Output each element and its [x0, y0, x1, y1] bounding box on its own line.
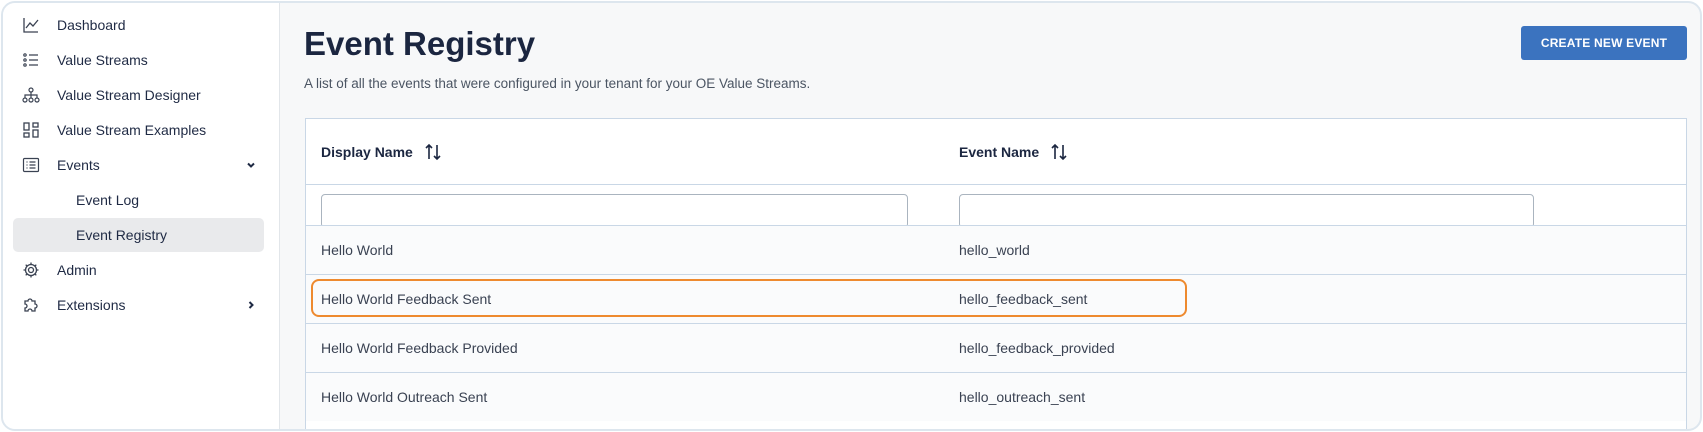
table-row[interactable]: Hello World hello_world	[306, 225, 1686, 274]
column-header-event-name[interactable]: Event Name	[959, 119, 1069, 184]
header-divider	[306, 184, 1686, 185]
sidebar-item-label: Events	[57, 157, 100, 173]
sort-icon[interactable]	[423, 142, 443, 162]
sidebar-item-value-stream-designer[interactable]: Value Stream Designer	[13, 78, 264, 112]
event-name-cell: hello_feedback_provided	[959, 340, 1115, 356]
event-name-cell: hello_world	[959, 242, 1030, 258]
column-header-label: Event Name	[959, 143, 1040, 160]
sidebar-item-label: Admin	[57, 262, 97, 278]
chart-line-icon	[22, 16, 40, 34]
sidebar-item-label: Event Log	[76, 192, 140, 208]
sort-icon[interactable]	[1049, 142, 1069, 162]
event-name-cell: hello_feedback_sent	[959, 291, 1088, 307]
list-box-icon	[22, 156, 40, 174]
sidebar-item-admin[interactable]: Admin	[13, 253, 264, 287]
hierarchy-icon	[22, 86, 40, 104]
table-row[interactable]: Hello World Outreach Sent hello_outreach…	[306, 372, 1686, 421]
sidebar-item-label: Value Stream Designer	[57, 87, 201, 103]
list-numbered-icon	[22, 51, 40, 69]
sidebar-item-label: Dashboard	[57, 17, 126, 33]
display-name-filter-input[interactable]	[321, 194, 908, 228]
sidebar-item-dashboard[interactable]: Dashboard	[13, 8, 264, 42]
sidebar-item-label: Event Registry	[76, 227, 168, 243]
table-row[interactable]: Hello World Feedback Provided hello_feed…	[306, 323, 1686, 372]
main-content: Event Registry A list of all the events …	[281, 3, 1700, 429]
table-row[interactable]: Hello World Feedback Sent hello_feedback…	[306, 274, 1686, 323]
sidebar-item-value-stream-examples[interactable]: Value Stream Examples	[13, 113, 264, 147]
sidebar-item-event-log[interactable]: Event Log	[13, 183, 264, 217]
create-new-event-button[interactable]: CREATE NEW EVENT	[1521, 26, 1687, 60]
sidebar-item-label: Value Streams	[57, 52, 148, 68]
puzzle-icon	[22, 296, 40, 314]
sidebar-item-events[interactable]: Events	[13, 148, 264, 182]
sidebar-item-label: Value Stream Examples	[57, 122, 207, 138]
page-subtitle: A list of all the events that were confi…	[304, 76, 811, 91]
sidebar-item-label: Extensions	[57, 297, 126, 313]
sidebar-item-event-registry[interactable]: Event Registry	[13, 218, 264, 252]
dashboard-grid-icon	[22, 121, 40, 139]
chevron-right-icon	[244, 298, 258, 312]
display-name-cell: Hello World	[321, 242, 394, 258]
event-name-cell: hello_outreach_sent	[959, 389, 1086, 405]
display-name-cell: Hello World Outreach Sent	[321, 389, 488, 405]
event-table: Display Name Event Name Hello World hell…	[305, 118, 1687, 429]
gear-icon	[22, 261, 40, 279]
display-name-cell: Hello World Feedback Sent	[321, 291, 492, 307]
app-window: Dashboard Value Streams Value Stream Des…	[1, 1, 1702, 431]
chevron-down-icon	[244, 158, 258, 172]
sidebar-item-extensions[interactable]: Extensions	[13, 288, 264, 322]
sidebar-item-value-streams[interactable]: Value Streams	[13, 43, 264, 77]
page-title: Event Registry	[304, 25, 536, 62]
display-name-cell: Hello World Feedback Provided	[321, 340, 518, 356]
column-header-display-name[interactable]: Display Name	[321, 119, 443, 184]
column-header-label: Display Name	[321, 143, 413, 160]
event-name-filter-input[interactable]	[959, 194, 1534, 228]
sidebar: Dashboard Value Streams Value Stream Des…	[3, 3, 280, 429]
